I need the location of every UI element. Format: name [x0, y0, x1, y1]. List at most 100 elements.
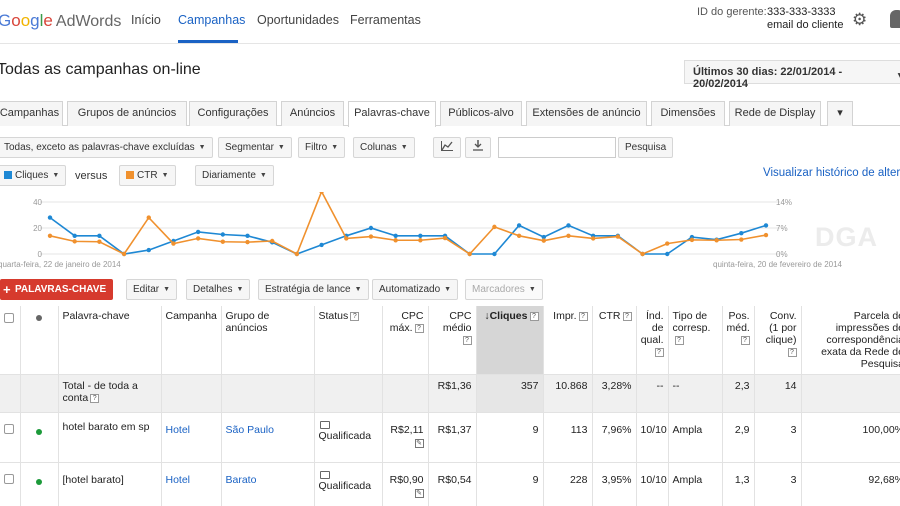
tab-publicos-alvo[interactable]: Públicos-alvo	[440, 101, 522, 126]
help-icon[interactable]: ?	[414, 324, 424, 333]
col-avg-pos[interactable]: Pos. méd.?	[721, 306, 754, 375]
labels-dropdown[interactable]: Marcadores ▼	[465, 279, 543, 300]
speech-bubble-icon[interactable]	[319, 471, 330, 479]
nav-campanhas[interactable]: Campanhas	[178, 13, 245, 27]
col-ctr[interactable]: CTR?	[591, 306, 636, 375]
row-keyword[interactable]: [hotel barato]	[57, 462, 161, 506]
col-campaign-label: Campanha	[165, 310, 217, 322]
metric1-dropdown[interactable]: Cliques ▼	[0, 165, 67, 186]
ctr-data-point	[146, 215, 151, 220]
automated-dropdown[interactable]: Automatizado ▼	[372, 279, 459, 300]
help-icon[interactable]: ?	[654, 348, 664, 357]
manager-email[interactable]: email do cliente	[767, 19, 843, 31]
total-conv: 14	[753, 374, 801, 413]
total-status-cell	[313, 374, 382, 413]
bid-strategy-dropdown[interactable]: Estratégia de lance ▼	[258, 279, 369, 300]
gear-icon[interactable]: ⚙	[852, 11, 870, 29]
chevron-down-icon: ▼	[331, 144, 339, 151]
search-button[interactable]: Pesquisa	[618, 137, 674, 158]
help-icon[interactable]: ?	[787, 348, 797, 357]
row-status-label: Qualificada	[318, 480, 372, 492]
tab-anuncios[interactable]: Anúncios	[281, 101, 344, 126]
add-keywords-button[interactable]: + PALAVRAS-CHAVE	[0, 279, 113, 300]
help-icon[interactable]: ?	[462, 336, 472, 345]
col-quality[interactable]: Índ. de qual.?	[635, 306, 668, 375]
y-left-tick-label: 20	[33, 224, 42, 233]
col-match-type[interactable]: Tipo de corresp.?	[667, 306, 722, 375]
chart-toggle-button[interactable]	[433, 137, 461, 158]
search-input[interactable]	[498, 137, 616, 158]
col-clicks[interactable]: ↓Cliques?	[475, 306, 543, 375]
edit-pencil-icon[interactable]: ✎	[414, 489, 424, 498]
table-row[interactable]: [hotel barato] Hotel Barato Qualificada …	[0, 462, 900, 506]
col-keyword[interactable]: Palavra-chave	[57, 306, 161, 375]
x-end-label: quinta-feira, 20 de fevereiro de 2014	[713, 260, 843, 269]
col-campaign[interactable]: Campanha	[160, 306, 221, 375]
col-impr[interactable]: Impr.?	[542, 306, 592, 375]
select-all-checkbox[interactable]	[4, 313, 14, 323]
help-icon[interactable]: ?	[529, 312, 539, 321]
row-max-cpc-cell[interactable]: R$2,11 ✎	[381, 412, 428, 463]
filter-label: Filtro	[305, 142, 328, 153]
nav-ferramentas[interactable]: Ferramentas	[350, 13, 421, 27]
download-button[interactable]	[465, 137, 491, 158]
edit-dropdown[interactable]: Editar ▼	[126, 279, 178, 300]
filter-dropdown[interactable]: Filtro ▼	[298, 137, 346, 158]
nav-inicio[interactable]: Início	[131, 13, 161, 27]
col-ad-group[interactable]: Grupo de anúncios	[220, 306, 314, 375]
row-keyword[interactable]: hotel barato em sp	[57, 412, 161, 463]
notifications-icon[interactable]	[890, 10, 900, 28]
enabled-status-icon[interactable]	[36, 429, 42, 435]
col-avg-cpc[interactable]: CPC médio?	[427, 306, 476, 375]
table-row[interactable]: hotel barato em sp Hotel São Paulo Quali…	[0, 412, 900, 463]
date-range-selector[interactable]: Últimos 30 dias: 22/01/2014 - 20/02/2014…	[684, 60, 900, 90]
row-checkbox[interactable]	[4, 424, 14, 434]
nav-oportunidades[interactable]: Oportunidades	[257, 13, 339, 27]
help-icon[interactable]: ?	[740, 336, 750, 345]
line-chart-icon	[441, 141, 453, 151]
chevron-down-icon: ▼	[236, 286, 244, 293]
help-icon[interactable]: ?	[350, 312, 360, 321]
cliques-data-point	[146, 247, 151, 253]
period-dropdown[interactable]: Diariamente ▼	[195, 165, 274, 186]
ctr-data-point	[516, 233, 522, 238]
speech-bubble-icon[interactable]	[319, 421, 330, 429]
tab-grupos-de-anuncios[interactable]: Grupos de anúncios	[67, 101, 187, 126]
row-checkbox[interactable]	[4, 474, 14, 484]
tab-extensoes-de-anuncio[interactable]: Extensões de anúncio	[526, 101, 647, 126]
edit-pencil-icon[interactable]: ✎	[414, 439, 424, 448]
col-impr-share[interactable]: Parcela de impressões de correspondência…	[800, 306, 900, 375]
row-quality: 10/10	[635, 462, 668, 506]
row-conv: 3	[753, 412, 801, 463]
help-icon[interactable]: ?	[578, 312, 588, 321]
adwords-logo[interactable]: Google AdWords	[0, 11, 121, 31]
row-max-cpc-cell[interactable]: R$0,90 ✎	[381, 462, 428, 506]
tab-configuracoes[interactable]: Configurações	[189, 101, 277, 126]
ad-group-link[interactable]: São Paulo	[226, 424, 274, 436]
row-ad-group-cell: São Paulo	[220, 412, 314, 463]
tabs-more-button[interactable]: ▾	[827, 101, 853, 126]
metric2-dropdown[interactable]: CTR ▼	[119, 165, 176, 186]
tab-palavras-chave[interactable]: Palavras-chave	[348, 101, 436, 127]
keyword-filter-dropdown[interactable]: Todas, exceto as palavras-chave excluída…	[0, 137, 213, 158]
segment-dropdown[interactable]: Segmentar ▼	[218, 137, 292, 158]
tab-campanhas[interactable]: Campanhas	[0, 101, 63, 126]
help-icon[interactable]: ?	[674, 336, 684, 345]
row-avg-pos: 1,3	[721, 462, 754, 506]
help-icon[interactable]: ?	[90, 394, 100, 403]
tab-dimensoes[interactable]: Dimensões	[651, 101, 725, 126]
col-conv[interactable]: Conv. (1 por clique)?	[753, 306, 801, 375]
campaign-link[interactable]: Hotel	[166, 424, 191, 436]
campaign-link[interactable]: Hotel	[166, 474, 191, 486]
ad-group-link[interactable]: Barato	[226, 474, 257, 486]
details-dropdown[interactable]: Detalhes ▼	[186, 279, 251, 300]
columns-dropdown[interactable]: Colunas ▼	[353, 137, 415, 158]
col-max-cpc[interactable]: CPC máx.?	[381, 306, 428, 375]
row-clicks: 9	[475, 412, 543, 463]
enabled-status-icon[interactable]	[36, 479, 42, 485]
change-history-link[interactable]: Visualizar histórico de alterações	[763, 167, 900, 179]
col-status[interactable]: Status?	[313, 306, 382, 375]
tab-rede-de-display[interactable]: Rede de Display	[729, 101, 821, 126]
ctr-data-point	[270, 238, 275, 244]
help-icon[interactable]: ?	[622, 312, 632, 321]
